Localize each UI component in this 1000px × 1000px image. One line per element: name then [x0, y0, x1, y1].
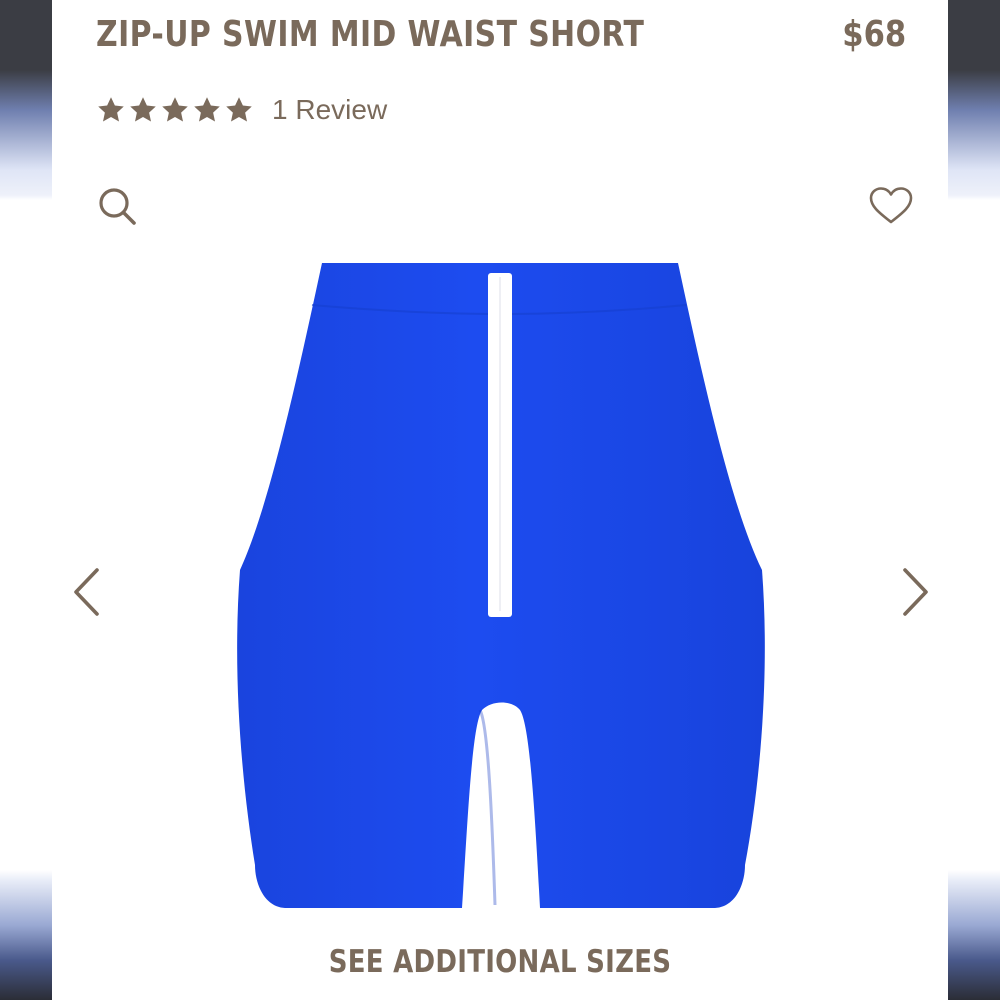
chevron-right-icon[interactable]: [892, 565, 936, 619]
star-icon: [98, 97, 124, 122]
right-frame-bar: [948, 0, 1000, 1000]
chevron-left-icon[interactable]: [66, 565, 110, 619]
product-price: $68: [842, 14, 906, 55]
star-icon: [130, 97, 156, 122]
product-image[interactable]: [230, 255, 770, 915]
star-icon: [226, 97, 252, 122]
product-title: ZIP-UP SWIM MID WAIST SHORT: [96, 14, 645, 55]
rating-row[interactable]: 1 Review: [96, 90, 387, 130]
heart-icon[interactable]: [868, 186, 914, 226]
star-icon: [162, 97, 188, 122]
star-rating: [96, 95, 254, 125]
see-additional-sizes-link[interactable]: SEE ADDITIONAL SIZES: [80, 944, 920, 980]
left-frame-bar: [0, 0, 52, 1000]
star-icon: [194, 97, 220, 122]
search-icon[interactable]: [96, 185, 138, 227]
review-count-link[interactable]: 1 Review: [272, 94, 387, 126]
